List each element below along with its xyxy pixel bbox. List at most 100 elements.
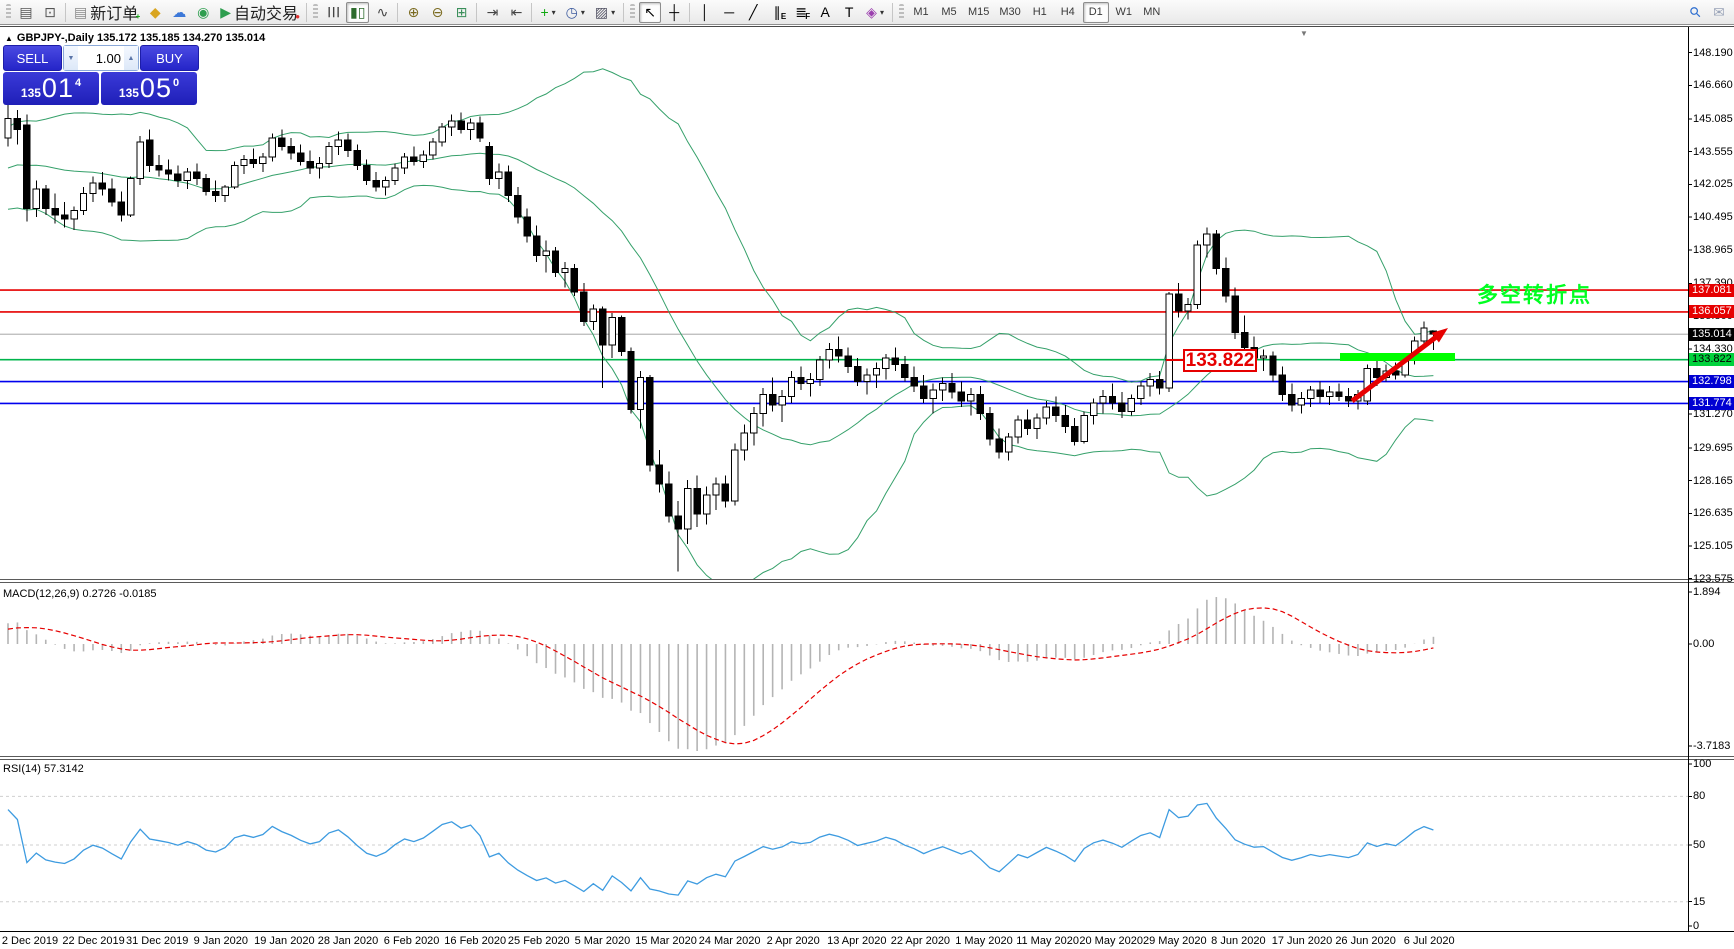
price-axis-label: 126.635 <box>1693 507 1733 519</box>
signals-icon[interactable]: ◉ <box>192 2 214 23</box>
templates-icon[interactable]: ▨▾ <box>591 2 619 23</box>
crosshair-icon[interactable]: ┼ <box>663 2 685 23</box>
bars-chart-icon[interactable]: ☰ <box>322 2 344 23</box>
price-axis-label: 140.495 <box>1693 211 1733 223</box>
community-icon[interactable]: ☁ <box>168 2 190 23</box>
indicators-icon[interactable]: +▾ <box>536 2 559 23</box>
new-order-button[interactable]: ▤+新订单 <box>70 2 142 23</box>
date-axis-label: 8 Jun 2020 <box>1211 935 1265 947</box>
volume-input[interactable] <box>78 46 124 70</box>
date-axis-label: 31 Dec 2019 <box>126 935 188 947</box>
chart-shift-icon: ⇤ <box>511 5 523 19</box>
autotrading-button-label: 自动交易 <box>234 0 298 24</box>
text-icon[interactable]: A <box>814 2 836 23</box>
date-axis-label: 22 Apr 2020 <box>891 935 950 947</box>
timeframe-m5-button[interactable]: M5 <box>936 2 962 23</box>
dropdown-caret-icon: ▾ <box>581 8 585 17</box>
timeframe-m15-button[interactable]: M15 <box>964 2 993 23</box>
price-axis-label: 143.555 <box>1693 146 1733 158</box>
crosshair-icon: ┼ <box>669 5 679 19</box>
periods-icon: ◷ <box>566 5 578 19</box>
data-window-icon: ⊡ <box>44 5 56 19</box>
chat-icon[interactable]: ✉ <box>1708 2 1730 23</box>
periods-icon[interactable]: ◷▾ <box>562 2 589 23</box>
market-watch-icon[interactable]: ▤ <box>15 2 37 23</box>
collapse-arrow-icon[interactable]: ▲ <box>5 34 13 43</box>
candlestick-chart-icon[interactable]: ▮▯ <box>346 2 369 23</box>
toolbar-grip[interactable] <box>630 4 635 20</box>
sell-price-prefix: 135 <box>21 86 41 100</box>
date-axis-label: 2 Dec 2019 <box>2 935 58 947</box>
buy-button[interactable]: BUY <box>140 45 199 71</box>
timeframe-m1-button[interactable]: M1 <box>908 2 934 23</box>
vertical-line-icon: │ <box>701 5 710 19</box>
date-axis-label: 11 May 2020 <box>1016 935 1079 947</box>
rsi-axis-label: 0 <box>1693 920 1699 932</box>
sell-price-display[interactable]: 135 01 4 <box>3 72 99 105</box>
zoom-out-icon[interactable]: ⊖ <box>426 2 448 23</box>
chart-dropdown-arrow-icon[interactable]: ▼ <box>1300 29 1308 38</box>
toolbar-grip[interactable] <box>899 4 904 20</box>
date-axis-label: 16 Feb 2020 <box>444 935 506 947</box>
tile-windows-icon[interactable]: ⊞ <box>450 2 472 23</box>
autotrading-button[interactable]: ▶●自动交易 <box>216 2 302 23</box>
chat-icon: ✉ <box>1713 5 1725 19</box>
toolbar-separator <box>397 3 398 22</box>
rsi-indicator-label: RSI(14) 57.3142 <box>3 763 84 775</box>
equidistant-channel-icon-overlay: E <box>781 12 786 21</box>
metaeditor-icon[interactable]: ◆ <box>144 2 166 23</box>
bars-chart-icon: ☰ <box>326 6 340 19</box>
horizontal-line-icon[interactable]: ─ <box>718 2 740 23</box>
timeframe-w1-button[interactable]: W1 <box>1111 2 1137 23</box>
cursor-icon[interactable]: ↖ <box>639 2 661 23</box>
community-icon: ☁ <box>172 5 186 19</box>
price-axis-label: 145.085 <box>1693 113 1733 125</box>
text-label-icon[interactable]: T <box>838 2 860 23</box>
rsi-axis-label: 80 <box>1693 790 1705 802</box>
date-axis-label: 5 Mar 2020 <box>575 935 631 947</box>
price-tag: 132.798 <box>1689 375 1734 388</box>
auto-scroll-icon[interactable]: ⇥ <box>481 2 503 23</box>
chart-window: ▲GBPJPY-,Daily 135.172 135.185 134.270 1… <box>0 26 1734 949</box>
price-axis-label: 148.190 <box>1693 47 1733 59</box>
timeframe-d1-button[interactable]: D1 <box>1083 2 1109 23</box>
arrows-icon[interactable]: ◈▾ <box>862 2 888 23</box>
sell-button[interactable]: SELL <box>3 45 62 71</box>
price-axis-label: 131.270 <box>1693 408 1733 420</box>
volume-increase-button[interactable]: ▲ <box>124 46 138 70</box>
timeframe-h1-button[interactable]: H1 <box>1027 2 1053 23</box>
vertical-line-icon[interactable]: │ <box>694 2 716 23</box>
data-window-icon[interactable]: ⊡ <box>39 2 61 23</box>
dropdown-caret-icon: ▾ <box>880 8 884 17</box>
toolbar-separator <box>306 3 307 22</box>
market-watch-icon: ▤ <box>19 5 32 19</box>
price-tag: 137.081 <box>1689 284 1734 297</box>
price-axis-label: 146.660 <box>1693 79 1733 91</box>
search-icon[interactable]: ⚲ <box>1684 2 1706 23</box>
timeframe-h4-button[interactable]: H4 <box>1055 2 1081 23</box>
timeframe-m30-button[interactable]: M30 <box>995 2 1024 23</box>
date-axis-label: 15 Mar 2020 <box>635 935 697 947</box>
date-axis-label: 20 May 2020 <box>1079 935 1143 947</box>
toolbar-grip[interactable] <box>313 4 318 20</box>
toolbar-grip[interactable] <box>6 4 11 20</box>
line-chart-icon[interactable]: ∿ <box>371 2 393 23</box>
timeframe-mn-button[interactable]: MN <box>1139 2 1165 23</box>
equidistant-channel-icon[interactable]: ∥E <box>766 2 788 23</box>
chart-shift-icon[interactable]: ⇤ <box>505 2 527 23</box>
date-axis-label: 6 Feb 2020 <box>384 935 440 947</box>
date-axis-label: 22 Dec 2019 <box>62 935 124 947</box>
volume-decrease-button[interactable]: ▼ <box>64 46 78 70</box>
fibonacci-icon-overlay: F <box>805 12 810 21</box>
buy-price-display[interactable]: 135 05 0 <box>101 72 197 105</box>
zoom-in-icon[interactable]: ⊕ <box>402 2 424 23</box>
date-axis-label: 29 May 2020 <box>1143 935 1207 947</box>
price-tag: 135.014 <box>1689 328 1734 341</box>
trendline-icon[interactable]: ╱ <box>742 2 764 23</box>
trendline-icon: ╱ <box>749 5 757 19</box>
toolbar-separator <box>892 3 893 22</box>
fibonacci-icon[interactable]: ≣F <box>790 2 812 23</box>
chart-canvas[interactable] <box>0 27 1734 949</box>
rsi-axis-label: 15 <box>1693 896 1705 908</box>
buy-price-sup: 0 <box>173 77 179 89</box>
